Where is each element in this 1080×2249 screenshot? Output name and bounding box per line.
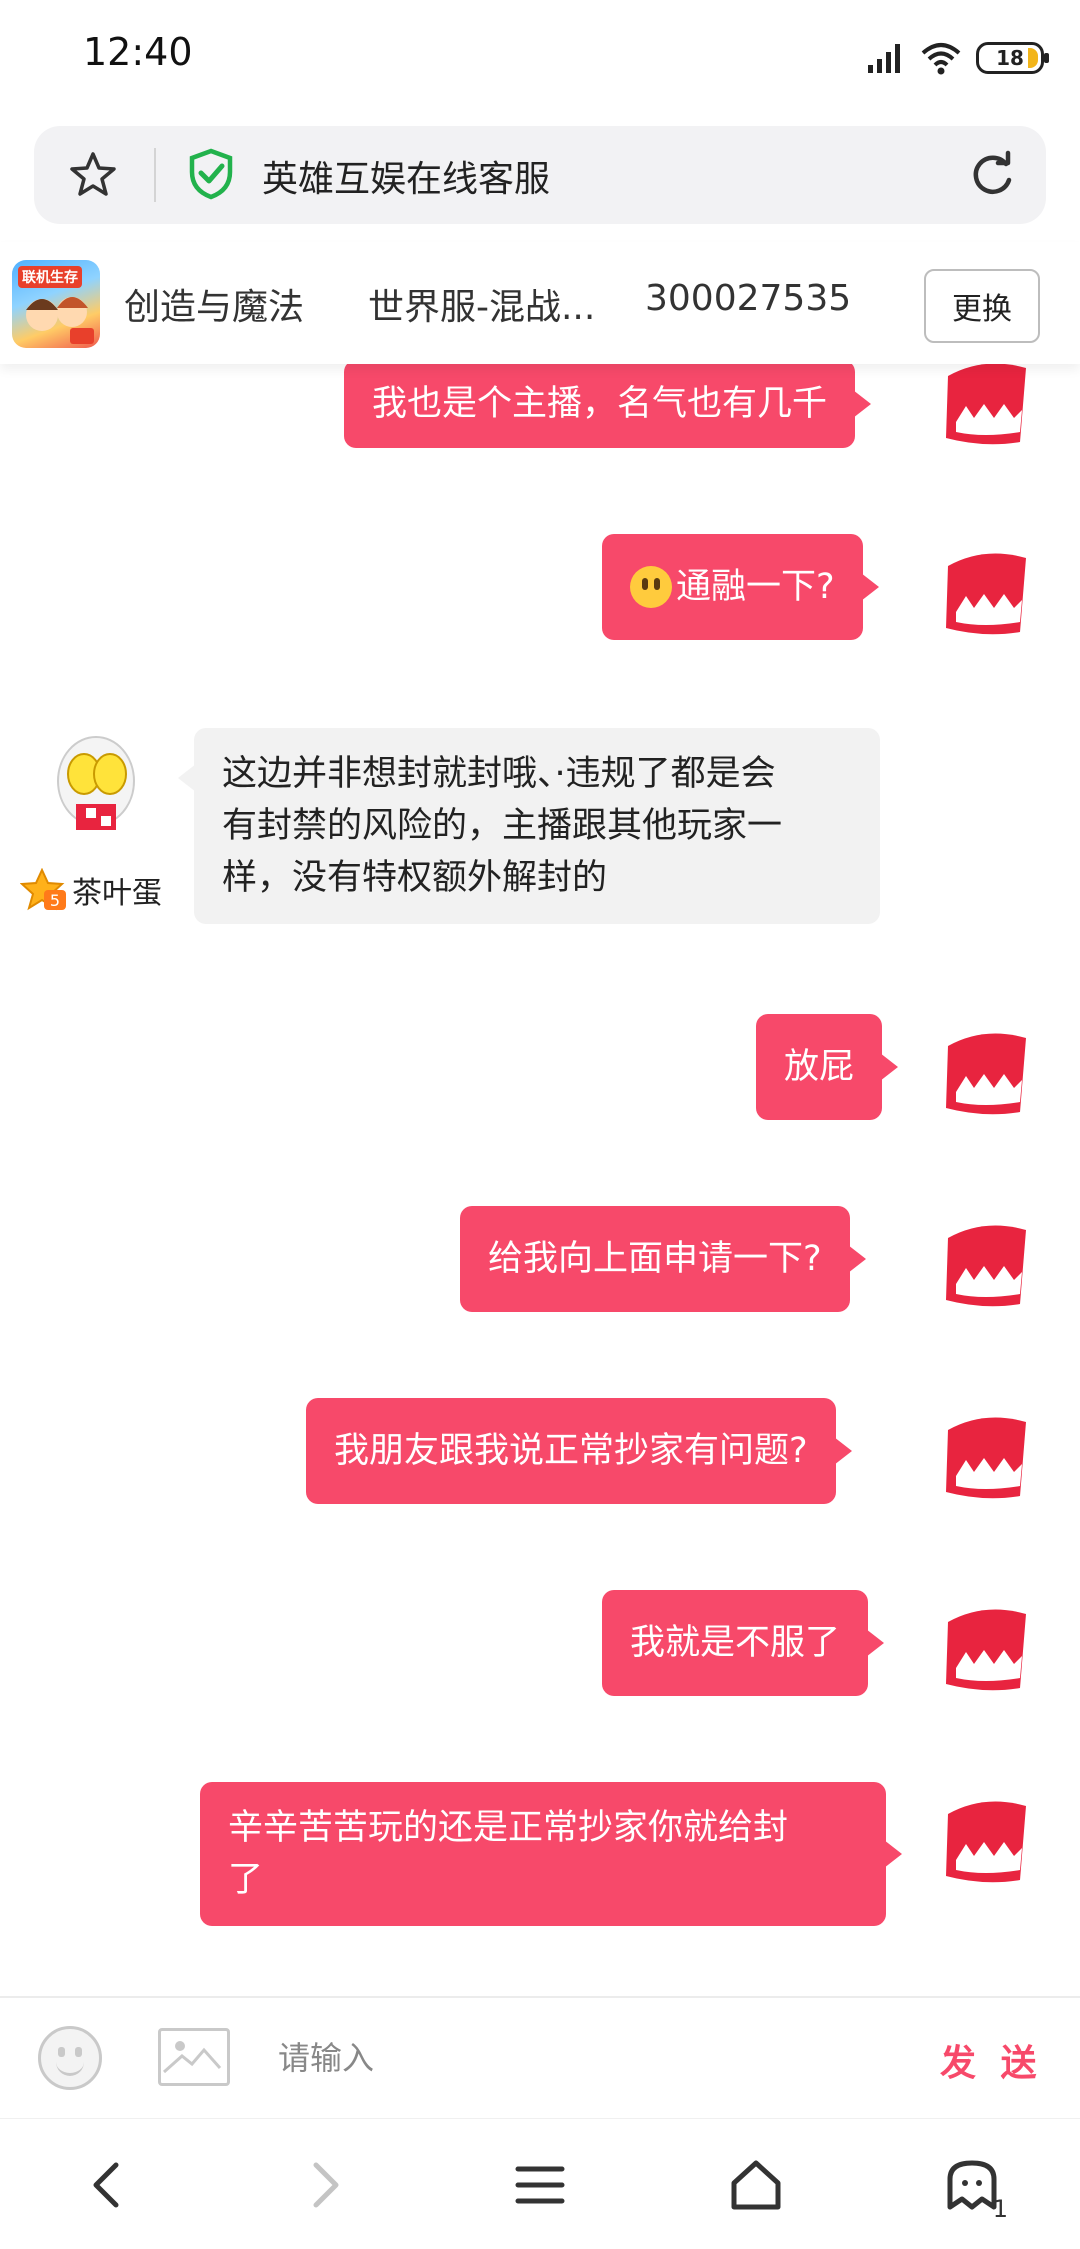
message-line: 了 — [228, 1860, 264, 1900]
menu-icon[interactable] — [510, 2155, 570, 2215]
message-line: 这边并非想封就封哦、·违规了都是会 — [222, 754, 776, 794]
agent-name: 5 茶叶蛋 — [20, 868, 162, 912]
tabs-count: 1 — [992, 2195, 1008, 2223]
status-icons: 18 — [866, 38, 1049, 78]
user-avatar-icon[interactable] — [938, 1026, 1030, 1118]
star-badge-icon: 5 — [20, 868, 66, 911]
user-avatar-icon[interactable] — [938, 356, 1030, 448]
back-icon[interactable] — [78, 2155, 138, 2215]
browser-nav-bar: 1 — [0, 2118, 1080, 2249]
wifi-icon — [921, 43, 961, 75]
svg-text:5: 5 — [50, 891, 60, 910]
message-text: 我也是个主播，名气也有几千 — [372, 384, 828, 424]
game-name: 创造与魔法 — [124, 287, 305, 328]
agent-avatar-icon[interactable] — [46, 726, 146, 836]
user-message: 我就是不服了 — [602, 1590, 885, 1696]
page-title: 英雄互娱在线客服 — [262, 159, 551, 200]
switch-game-button[interactable]: 更换 — [924, 269, 1040, 343]
agent-name-text: 茶叶蛋 — [72, 876, 162, 911]
image-upload-icon[interactable] — [158, 2028, 230, 2086]
user-message: 通融一下? — [602, 534, 879, 640]
user-message: 辛辛苦苦玩的还是正常抄家你就给封 了 — [200, 1782, 902, 1926]
message-line: 辛辛苦苦玩的还是正常抄家你就给封 — [228, 1808, 789, 1848]
game-server: 世界服-混战... — [368, 287, 596, 328]
forward-icon[interactable] — [294, 2155, 354, 2215]
user-avatar-icon[interactable] — [938, 1602, 1030, 1694]
message-text: 通融一下? — [676, 567, 835, 607]
game-thumbnail: 联机生存 — [12, 260, 100, 348]
security-shield-icon — [189, 148, 233, 200]
address-divider — [154, 148, 156, 202]
message-line: 样，没有特权额外解封的 — [222, 858, 608, 898]
game-info-bar: 联机生存 创造与魔法 世界服-混战... 300027535 更换 — [0, 242, 1080, 364]
user-avatar-icon[interactable] — [938, 1410, 1030, 1502]
reload-icon[interactable] — [968, 150, 1016, 200]
emoji-picker-icon[interactable] — [38, 2026, 102, 2090]
battery-level: 18 — [996, 46, 1024, 70]
message-line: 有封禁的风险的，主播跟其他玩家一 — [222, 806, 783, 846]
user-message: 放屁 — [756, 1014, 899, 1120]
home-icon[interactable] — [726, 2155, 786, 2215]
message-text: 我就是不服了 — [630, 1623, 841, 1663]
message-text: 给我向上面申请一下? — [488, 1239, 822, 1279]
user-message: 我朋友跟我说正常抄家有问题? — [306, 1398, 852, 1504]
neutral-face-emoji-icon — [630, 566, 672, 608]
send-button[interactable]: 发 送 — [940, 2034, 1043, 2086]
message-text: 放屁 — [784, 1047, 855, 1087]
user-avatar-icon[interactable] — [938, 546, 1030, 638]
user-message: 我也是个主播，名气也有几千 — [344, 360, 872, 448]
status-time: 12:40 — [83, 30, 193, 74]
agent-message: 这边并非想封就封哦、·违规了都是会 有封禁的风险的，主播跟其他玩家一 样，没有特… — [178, 728, 880, 924]
message-input-bar: 发 送 — [0, 1996, 1080, 2118]
user-message: 给我向上面申请一下? — [460, 1206, 866, 1312]
battery-icon: 18 — [976, 42, 1049, 74]
bookmark-star-icon[interactable] — [68, 150, 118, 200]
user-avatar-icon[interactable] — [938, 1218, 1030, 1310]
tabs-button[interactable]: 1 — [942, 2155, 1008, 2223]
game-account-id: 300027535 — [645, 278, 852, 319]
message-text: 我朋友跟我说正常抄家有问题? — [334, 1431, 808, 1471]
message-input[interactable] — [276, 2032, 840, 2084]
user-avatar-icon[interactable] — [938, 1794, 1030, 1886]
signal-icon — [868, 44, 900, 73]
address-bar[interactable]: 英雄互娱在线客服 — [34, 126, 1046, 224]
